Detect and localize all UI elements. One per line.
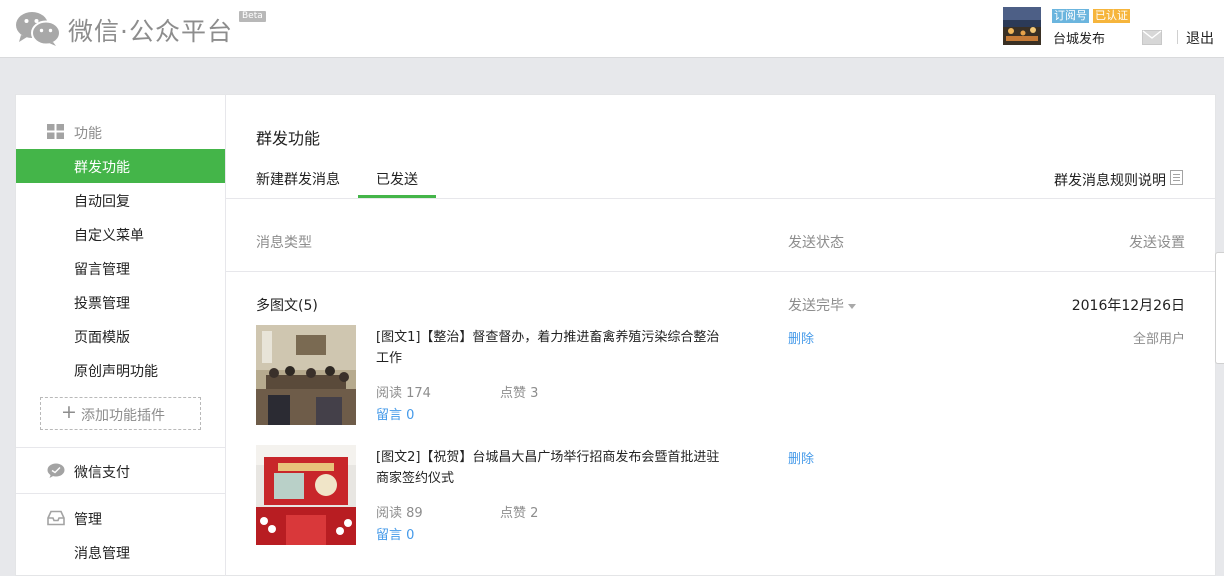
sidebar-divider	[16, 493, 225, 494]
sidebar-item-custom-menu[interactable]: 自定义菜单	[16, 217, 225, 251]
sidebar-divider	[16, 447, 225, 448]
verified-badge: 已认证	[1093, 9, 1130, 23]
message-type: 多图文(5)	[256, 298, 318, 314]
tab-new-mass-message[interactable]: 新建群发消息	[256, 169, 340, 189]
sidebar-item-label: 原创声明功能	[74, 364, 158, 380]
like-count: 点赞 2	[500, 506, 539, 521]
caret-down-icon	[848, 303, 856, 309]
header-send-status: 发送状态	[788, 235, 844, 251]
sidebar-group-features: 功能	[16, 115, 225, 149]
comments-link[interactable]: 留言 0	[376, 404, 414, 423]
sidebar-item-vote-management[interactable]: 投票管理	[16, 285, 225, 319]
document-icon[interactable]	[1170, 170, 1183, 185]
mail-icon[interactable]	[1142, 30, 1162, 45]
sidebar-item-page-templates[interactable]: 页面模版	[16, 319, 225, 353]
read-count: 阅读 174	[376, 386, 431, 401]
header-divider	[1177, 30, 1178, 44]
sidebar-item-label: 自定义菜单	[74, 228, 144, 244]
header-send-settings: 发送设置	[1129, 235, 1185, 251]
sidebar-group-label: 功能	[74, 126, 102, 142]
header-message-type: 消息类型	[256, 235, 312, 251]
scrollbar[interactable]	[1215, 252, 1224, 364]
page-title: 群发功能	[256, 129, 321, 148]
sidebar: 功能 群发功能 自动回复 自定义菜单 留言管理 投票管理 页面模版 原创声明功能…	[15, 94, 225, 576]
send-status-dropdown[interactable]: 发送完毕	[788, 295, 856, 315]
tab-sent[interactable]: 已发送	[376, 169, 418, 189]
sidebar-item-mass-send[interactable]: 群发功能	[16, 149, 225, 183]
main-panel: 群发功能 新建群发消息 已发送 群发消息规则说明 消息类型 发送状态 发送设置 …	[225, 94, 1216, 576]
account-avatar[interactable]	[1003, 7, 1041, 45]
account-name[interactable]: 台城发布	[1053, 28, 1105, 47]
delete-link[interactable]: 删除	[788, 328, 814, 347]
beta-badge: Beta	[239, 11, 266, 22]
sidebar-item-auto-reply[interactable]: 自动回复	[16, 183, 225, 217]
mass-message-rules-link[interactable]: 群发消息规则说明	[1054, 170, 1166, 190]
sidebar-item-label: 群发功能	[74, 160, 130, 176]
sidebar-group-management: 管理	[16, 501, 225, 535]
like-count: 点赞 3	[500, 386, 539, 401]
sidebar-item-label: 投票管理	[74, 296, 130, 312]
grid-icon	[47, 124, 64, 139]
send-date: 2016年12月26日	[1071, 298, 1185, 314]
send-status-label: 发送完毕	[788, 298, 844, 314]
sidebar-item-label: 消息管理	[74, 546, 130, 562]
send-recipients: 全部用户	[1132, 332, 1185, 347]
tab-divider	[226, 198, 1215, 199]
sidebar-item-original-declaration[interactable]: 原创声明功能	[16, 353, 225, 387]
add-plugin-button[interactable]: + 添加功能插件	[40, 397, 201, 430]
article-thumbnail[interactable]	[256, 325, 356, 425]
sidebar-item-comment-management[interactable]: 留言管理	[16, 251, 225, 285]
subscription-badge: 订阅号	[1052, 9, 1089, 23]
top-bar: 微信·公众平台 Beta 订阅号 已认证 台城发布 退出	[0, 0, 1224, 58]
sidebar-group-label: 微信支付	[74, 465, 130, 481]
logout-link[interactable]: 退出	[1186, 28, 1214, 48]
sidebar-item-label: 自动回复	[74, 194, 130, 210]
comments-link[interactable]: 留言 0	[376, 524, 414, 543]
add-plugin-label: 添加功能插件	[81, 408, 165, 424]
sidebar-item-label: 留言管理	[74, 262, 130, 278]
article-title[interactable]: [图文1]【整治】督查督办，着力推进畜禽养殖污染综合整治工作	[376, 327, 726, 369]
sidebar-item-label: 页面模版	[74, 330, 130, 346]
chat-bubble-icon	[47, 463, 65, 478]
wechat-logo-icon[interactable]	[15, 11, 61, 47]
platform-title[interactable]: 微信·公众平台	[68, 12, 233, 48]
sidebar-item-message-management[interactable]: 消息管理	[16, 535, 225, 569]
article-thumbnail[interactable]	[256, 445, 356, 545]
read-count: 阅读 89	[376, 506, 423, 521]
plus-icon: +	[61, 401, 77, 423]
sidebar-group-wechat-pay[interactable]: 微信支付	[16, 454, 225, 488]
article-title[interactable]: [图文2]【祝贺】台城昌大昌广场举行招商发布会暨首批进驻商家签约仪式	[376, 447, 726, 489]
inbox-icon	[47, 510, 65, 526]
sidebar-group-label: 管理	[74, 512, 102, 528]
delete-link[interactable]: 删除	[788, 448, 814, 467]
table-header-divider	[226, 271, 1215, 272]
